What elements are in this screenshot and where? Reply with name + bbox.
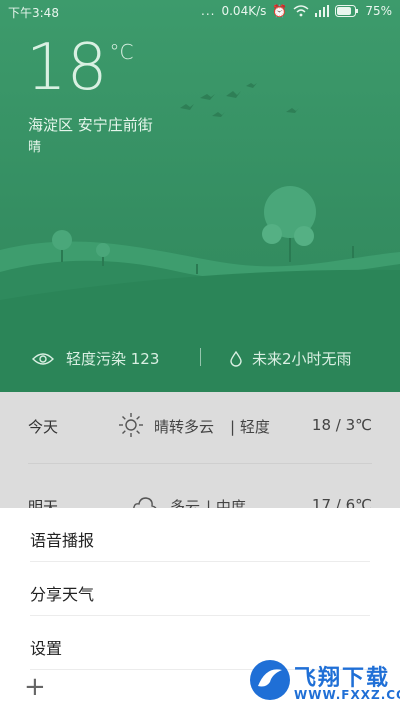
- divider: [200, 348, 201, 366]
- rain-forecast-item[interactable]: 未来2小时无雨: [230, 348, 352, 369]
- forecast-aqi: | 轻度: [230, 418, 270, 436]
- sun-icon: [119, 413, 143, 437]
- notification-dots: ...: [201, 4, 216, 18]
- rain-forecast-label: 未来2小时无雨: [252, 350, 352, 368]
- location-label[interactable]: 海淀区 安宁庄前街: [28, 114, 153, 135]
- temperature-unit: °C: [109, 40, 134, 64]
- forecast-list: 今天 晴转多云 | 轻度 18 / 3℃ 明天 多云 | 中度 17 / 6℃: [0, 392, 400, 516]
- air-quality-bar: 轻度污染 123 未来2小时无雨: [0, 336, 400, 380]
- wifi-icon: [293, 5, 309, 17]
- forecast-aqi-value: 轻度: [239, 418, 270, 436]
- watermark-logo-icon: [250, 660, 290, 700]
- raindrop-icon: [230, 350, 242, 367]
- status-icons: ... 0.04K/s ⏰ 75%: [201, 4, 392, 18]
- alarm-icon: ⏰: [272, 4, 288, 18]
- battery-icon: [335, 5, 359, 17]
- air-quality-label: 轻度污染 123: [66, 350, 160, 368]
- status-time: 下午3:48: [8, 6, 59, 20]
- signal-icon: [315, 5, 330, 17]
- eye-icon: [32, 352, 54, 365]
- forecast-temp: 18 / 3℃: [311, 416, 372, 434]
- birds-icon: [180, 83, 299, 117]
- watermark-url: WWW.FXXZ.COM: [294, 688, 400, 702]
- menu-item-settings[interactable]: 设置: [30, 635, 62, 659]
- divider: [28, 463, 372, 464]
- menu-item-voice-broadcast[interactable]: 语音播报: [30, 527, 94, 551]
- air-quality-item[interactable]: 轻度污染 123: [32, 348, 159, 369]
- add-city-button[interactable]: +: [24, 674, 46, 700]
- forecast-day: 今天: [28, 418, 59, 436]
- temperature-value: 18: [26, 31, 108, 105]
- forecast-condition: 晴转多云: [154, 418, 215, 436]
- divider: [30, 561, 370, 562]
- weather-hero: 下午3:48 ... 0.04K/s ⏰ 75% 18 °C 海淀区 安宁庄前街 …: [0, 0, 400, 392]
- status-bar: 下午3:48 ... 0.04K/s ⏰ 75%: [0, 0, 400, 24]
- divider: [30, 615, 370, 616]
- battery-percent: 75%: [365, 4, 392, 18]
- watermark: 飞翔下载 WWW.FXXZ.COM: [248, 654, 400, 708]
- network-speed: 0.04K/s: [221, 4, 267, 18]
- menu-item-share-weather[interactable]: 分享天气: [30, 581, 94, 605]
- current-temperature: 18 °C: [26, 36, 133, 100]
- forecast-row[interactable]: 今天 晴转多云 | 轻度 18 / 3℃: [0, 392, 400, 464]
- weather-condition: 晴: [28, 140, 42, 155]
